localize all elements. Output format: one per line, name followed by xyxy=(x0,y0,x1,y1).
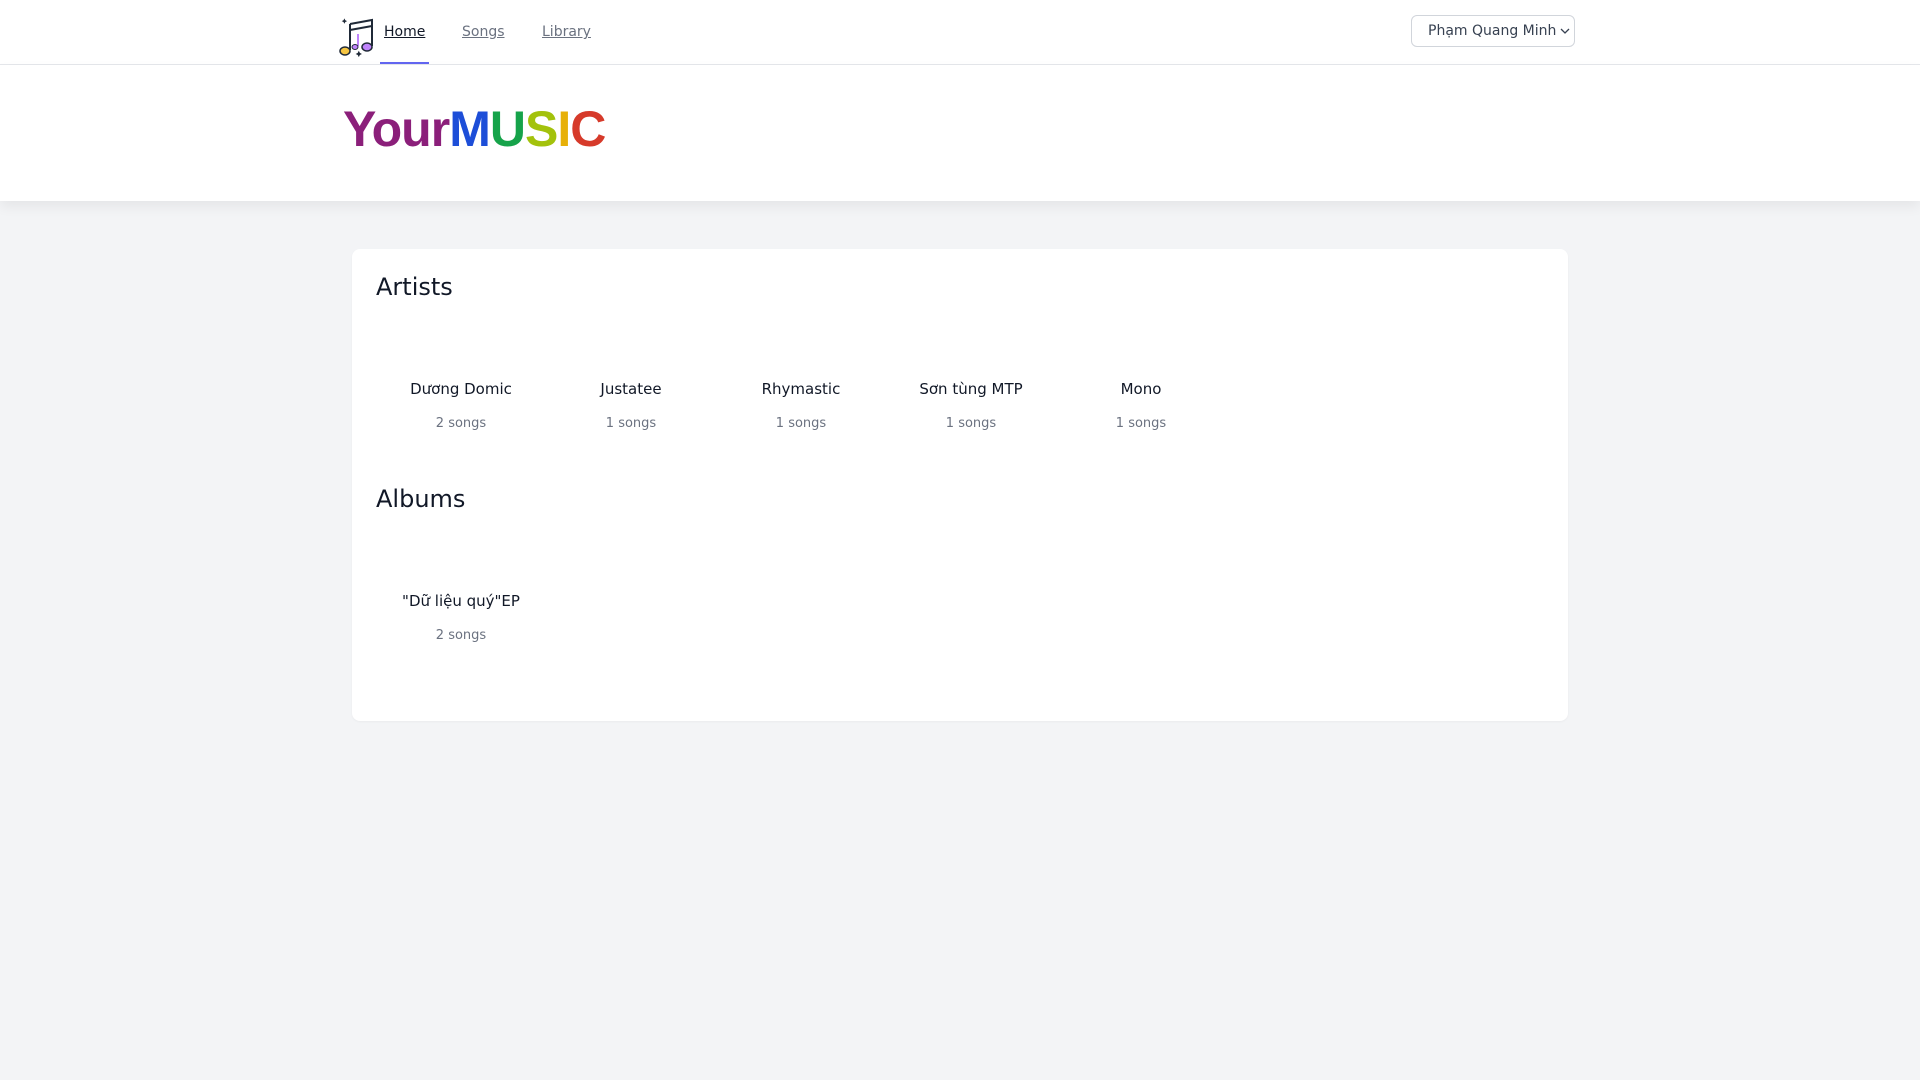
artist-card[interactable]: Rhymastic 1 songs xyxy=(716,380,886,431)
nav-songs-link[interactable]: Songs xyxy=(462,0,505,64)
album-song-count: 2 songs xyxy=(435,628,487,643)
artist-card[interactable]: Mono 1 songs xyxy=(1056,380,1226,431)
chevron-down-icon xyxy=(1560,28,1570,34)
library-card: Artists Dương Domic 2 songs Justatee 1 s… xyxy=(352,249,1568,721)
artist-card[interactable]: Sơn tùng MTP 1 songs xyxy=(886,380,1056,431)
brand-letter: C xyxy=(570,101,606,157)
albums-heading: Albums xyxy=(376,485,466,513)
artist-song-count: 1 songs xyxy=(945,416,997,431)
artist-name: Dương Domic xyxy=(410,380,512,398)
top-navbar: Home Songs Library Phạm Quang Minh xyxy=(0,0,1920,65)
album-name: "Dữ liệu quý"EP xyxy=(402,592,520,610)
artist-name: Rhymastic xyxy=(761,380,841,398)
artists-heading: Artists xyxy=(376,273,453,301)
brand-letter: S xyxy=(524,101,558,157)
artist-song-count: 1 songs xyxy=(775,416,827,431)
artist-name: Mono xyxy=(1120,380,1162,398)
artist-card[interactable]: Justatee 1 songs xyxy=(546,380,716,431)
album-card[interactable]: "Dữ liệu quý"EP 2 songs xyxy=(376,592,546,643)
music-notes-logo-icon[interactable] xyxy=(336,16,378,58)
artist-name: Sơn tùng MTP xyxy=(919,380,1023,398)
artist-song-count: 1 songs xyxy=(1115,416,1167,431)
artist-card[interactable]: Dương Domic 2 songs xyxy=(376,380,546,431)
brand-letter: I xyxy=(557,101,571,157)
nav-home-link[interactable]: Home xyxy=(379,0,430,64)
brand-title: YourMUSIC xyxy=(343,99,606,159)
brand-letter: M xyxy=(449,101,491,157)
brand-letter: U xyxy=(489,101,526,157)
user-menu-button[interactable]: Phạm Quang Minh xyxy=(1411,15,1575,47)
nav-library-link[interactable]: Library xyxy=(542,0,591,64)
artist-song-count: 2 songs xyxy=(435,416,487,431)
page-header: YourMUSIC xyxy=(0,65,1920,201)
artist-song-count: 1 songs xyxy=(605,416,657,431)
user-name: Phạm Quang Minh xyxy=(1428,23,1557,39)
brand-prefix: Your xyxy=(343,101,450,157)
artist-name: Justatee xyxy=(600,380,662,398)
